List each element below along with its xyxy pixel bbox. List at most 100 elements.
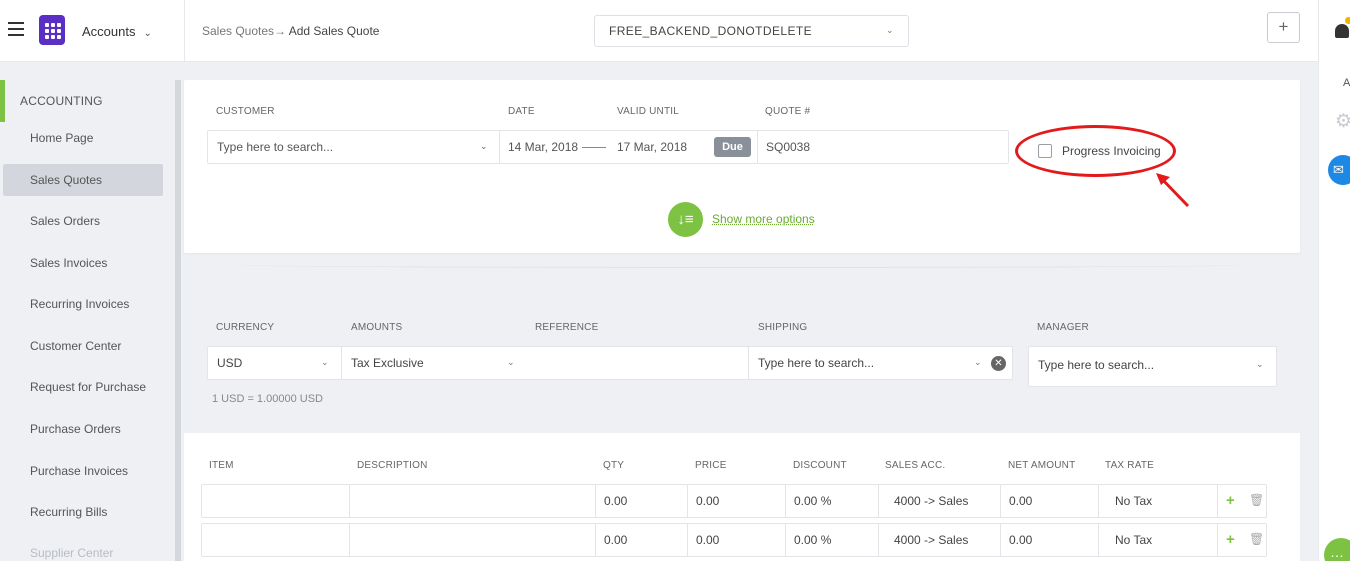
discount-cell[interactable]: 0.00 %	[785, 485, 878, 517]
date-field[interactable]: 14 Mar, 2018	[508, 140, 578, 154]
add-row-icon[interactable]: +	[1226, 492, 1235, 509]
sidebar-heading: ACCOUNTING	[20, 94, 103, 108]
table-row: 0.00 0.00 0.00 % 4000 -> Sales 0.00 No T…	[201, 523, 1267, 557]
clear-icon[interactable]: ✕	[991, 356, 1006, 371]
currency-select[interactable]: USD ⌄	[207, 346, 342, 380]
sidebar-item-purchase-invoices[interactable]: Purchase Invoices	[3, 455, 163, 487]
sidebar-item-supplier-center[interactable]: Supplier Center	[3, 537, 163, 561]
gear-icon[interactable]: ⚙	[1335, 110, 1350, 133]
quote-number-label: QUOTE #	[765, 106, 811, 117]
sales-acc-cell[interactable]: 4000 -> Sales	[878, 524, 1000, 556]
sidebar-item-home-page[interactable]: Home Page	[3, 122, 163, 154]
due-badge[interactable]: Due	[714, 137, 751, 157]
date-label: DATE	[508, 106, 535, 117]
sidebar-item-customer-center[interactable]: Customer Center	[3, 330, 163, 362]
sidebar-item-sales-invoices[interactable]: Sales Invoices	[3, 247, 163, 279]
shipping-select[interactable]: Type here to search... ⌄	[748, 346, 1013, 380]
description-cell[interactable]	[349, 485, 595, 517]
sales-acc-header: SALES ACC.	[885, 460, 946, 471]
chevron-down-icon[interactable]: ⌄	[480, 141, 488, 152]
sidebar-item-sales-orders[interactable]: Sales Orders	[3, 205, 163, 237]
qty-cell[interactable]: 0.00	[595, 524, 687, 556]
qty-cell[interactable]: 0.00	[595, 485, 687, 517]
mail-icon[interactable]: ✉	[1328, 155, 1350, 185]
manager-label: MANAGER	[1037, 322, 1089, 333]
chevron-down-icon: ⌄	[974, 357, 982, 367]
tax-rate-cell[interactable]: No Tax	[1098, 485, 1217, 517]
currency-value: USD	[217, 356, 243, 370]
exchange-rate-note: 1 USD = 1.00000 USD	[212, 393, 323, 405]
tax-rate-cell[interactable]: No Tax	[1098, 524, 1217, 556]
customer-label: CUSTOMER	[216, 106, 275, 117]
shipping-label: SHIPPING	[758, 322, 808, 333]
divider	[184, 0, 185, 62]
quote-number-field[interactable]: SQ0038	[757, 131, 1009, 163]
chevron-down-icon: ⌄	[1256, 359, 1264, 369]
card-shadow	[238, 262, 1244, 268]
annotation-arrow-icon	[1156, 173, 1190, 208]
item-cell[interactable]	[202, 485, 349, 517]
item-cell[interactable]	[202, 524, 349, 556]
add-row-icon[interactable]: +	[1226, 531, 1235, 548]
amounts-select[interactable]: Tax Exclusive ⌄	[341, 346, 749, 380]
notification-dot	[1345, 17, 1350, 24]
table-row: 0.00 0.00 0.00 % 4000 -> Sales 0.00 No T…	[201, 484, 1267, 518]
app-switcher[interactable]: Accounts ⌄	[82, 24, 152, 39]
chevron-down-icon: ⌄	[886, 25, 894, 35]
show-more-options-icon[interactable]: ↓≡	[668, 202, 703, 237]
net-amount-header: NET AMOUNT	[1008, 460, 1076, 471]
chevron-down-icon: ⌄	[321, 357, 329, 367]
top-bar: Accounts ⌄ Sales Quotes→ Add Sales Quote …	[0, 0, 1318, 62]
trash-icon[interactable]: 🗑	[1249, 532, 1264, 546]
sidebar-item-request-for-purchase[interactable]: Request for Purchase	[3, 371, 163, 403]
net-amount-cell[interactable]: 0.00	[1000, 524, 1098, 556]
trash-icon[interactable]: 🗑	[1249, 493, 1264, 507]
qty-header: QTY	[603, 460, 625, 471]
sidebar-item-sales-quotes[interactable]: Sales Quotes	[3, 164, 163, 196]
sidebar-scrollbar[interactable]	[175, 80, 181, 561]
valid-until-field[interactable]: 17 Mar, 2018	[617, 140, 687, 154]
breadcrumb-current: Add Sales Quote	[288, 24, 380, 38]
price-cell[interactable]: 0.00	[687, 524, 785, 556]
reference-label: REFERENCE	[535, 322, 599, 333]
currency-label: CURRENCY	[216, 322, 275, 333]
net-amount-cell[interactable]: 0.00	[1000, 485, 1098, 517]
organization-name: FREE_BACKEND_DONOTDELETE	[609, 24, 812, 38]
sidebar: ACCOUNTING Home Page Sales Quotes Sales …	[0, 80, 176, 561]
price-header: PRICE	[695, 460, 727, 471]
amounts-value: Tax Exclusive	[351, 356, 424, 370]
sales-acc-cell[interactable]: 4000 -> Sales	[878, 485, 1000, 517]
chat-icon[interactable]: …	[1324, 538, 1350, 561]
add-new-button[interactable]: +	[1267, 12, 1300, 43]
discount-header: DISCOUNT	[793, 460, 847, 471]
customer-search-input[interactable]	[208, 131, 500, 163]
amounts-label: AMOUNTS	[351, 322, 403, 333]
sidebar-item-recurring-invoices[interactable]: Recurring Invoices	[3, 288, 163, 320]
organization-select[interactable]: FREE_BACKEND_DONOTDELETE ⌄	[594, 15, 909, 47]
manager-placeholder: Type here to search...	[1038, 358, 1155, 372]
app-logo-icon	[39, 15, 65, 45]
description-cell[interactable]	[349, 524, 595, 556]
shipping-placeholder: Type here to search...	[758, 356, 875, 370]
sidebar-item-purchase-orders[interactable]: Purchase Orders	[3, 413, 163, 445]
chevron-down-icon: ⌄	[143, 28, 152, 39]
app-name: Accounts	[82, 24, 136, 39]
tax-rate-header: TAX RATE	[1105, 460, 1155, 471]
quote-header-fields: ⌄ 14 Mar, 2018 17 Mar, 2018 Due SQ0038	[207, 130, 1009, 164]
ai-label[interactable]: AI	[1343, 77, 1350, 89]
date-range-dash	[582, 147, 606, 148]
right-rail: AI ⚙ ✉ …	[1318, 0, 1350, 561]
description-header: DESCRIPTION	[357, 460, 428, 471]
breadcrumb-sales-quotes[interactable]: Sales Quotes	[202, 24, 274, 38]
manager-select[interactable]: Type here to search... ⌄	[1028, 346, 1277, 387]
bell-icon[interactable]	[1335, 24, 1349, 38]
item-header: ITEM	[209, 460, 234, 471]
hamburger-menu-icon[interactable]	[8, 22, 24, 38]
breadcrumb: Sales Quotes→ Add Sales Quote	[202, 24, 379, 38]
breadcrumb-separator: →	[274, 24, 287, 38]
show-more-options-link[interactable]: Show more options	[712, 212, 815, 226]
discount-cell[interactable]: 0.00 %	[785, 524, 878, 556]
sidebar-item-recurring-bills[interactable]: Recurring Bills	[3, 496, 163, 528]
chevron-down-icon: ⌄	[507, 357, 515, 367]
price-cell[interactable]: 0.00	[687, 485, 785, 517]
